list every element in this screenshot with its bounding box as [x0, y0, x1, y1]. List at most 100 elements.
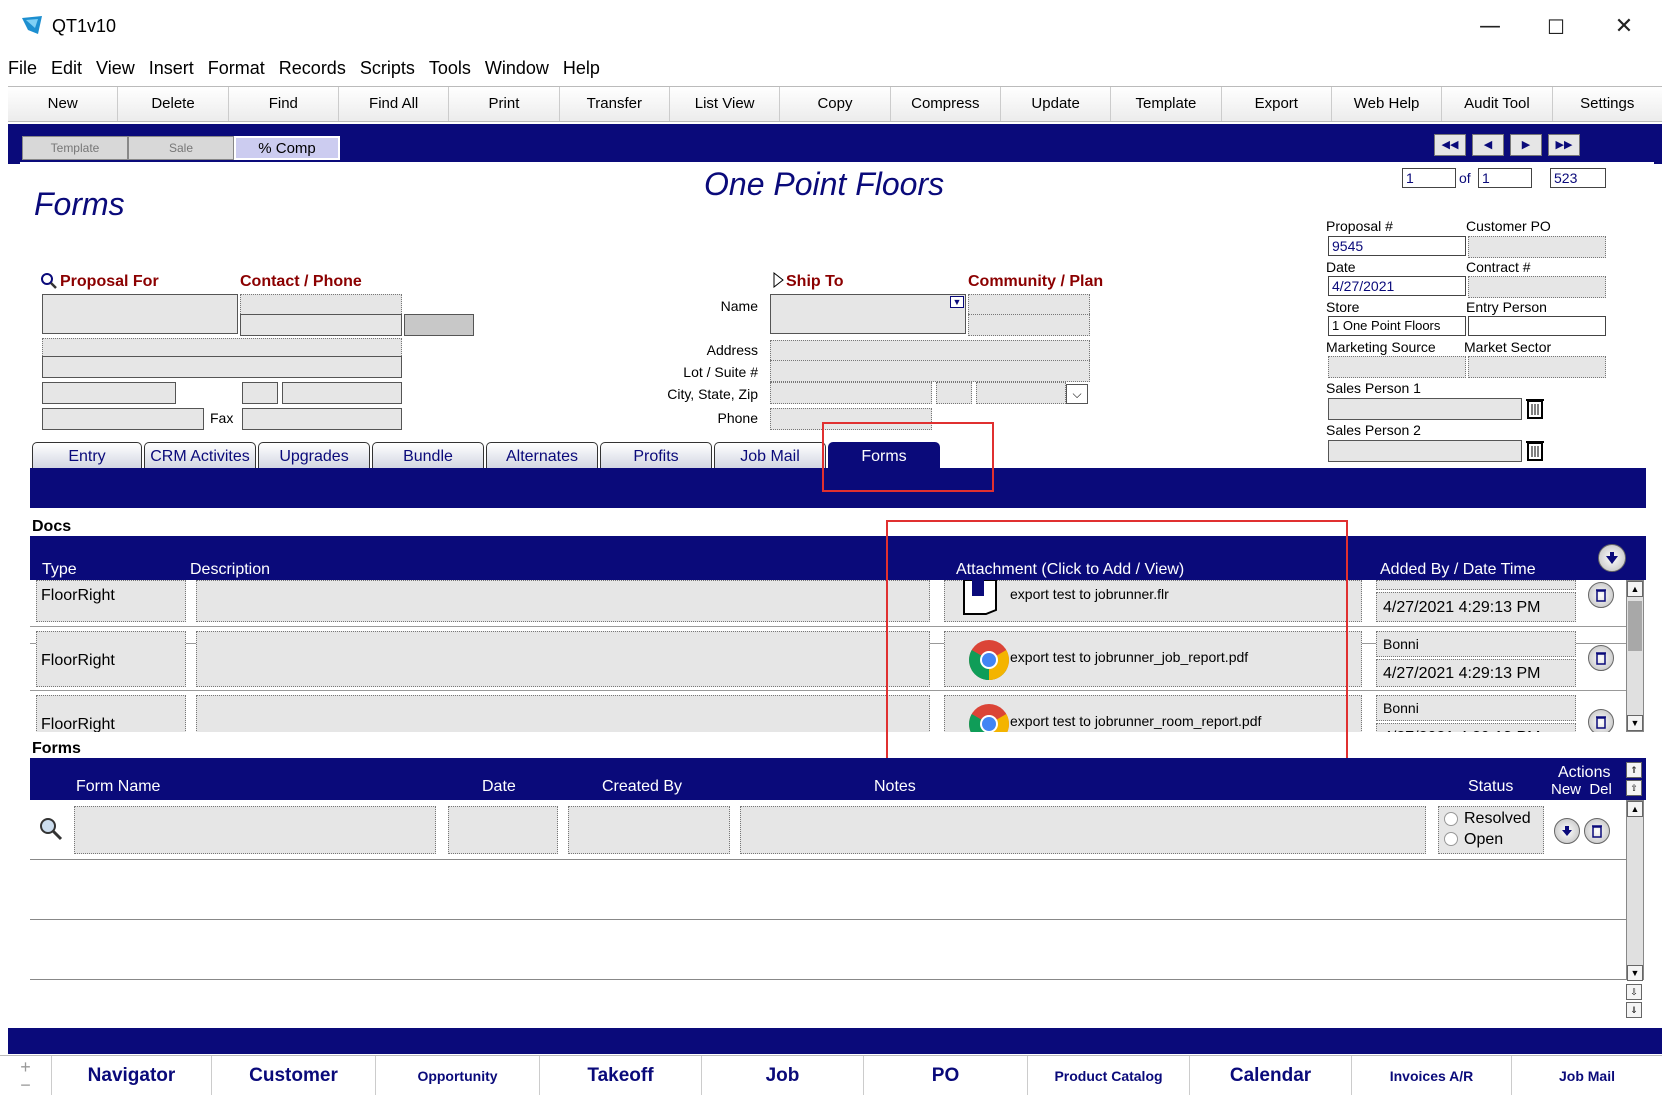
table-row[interactable] — [30, 920, 1626, 980]
list-item[interactable]: FloorRight export test to jobrunner_room… — [30, 690, 1626, 732]
store-field[interactable]: 1 One Point Floors — [1328, 316, 1466, 336]
sales-person-2-field[interactable] — [1328, 440, 1522, 462]
export-button[interactable]: Export — [1221, 87, 1332, 121]
trash-icon[interactable] — [1584, 818, 1610, 844]
ship-state-field[interactable] — [936, 382, 972, 404]
contact-button[interactable] — [404, 314, 474, 336]
trash-icon[interactable] — [1588, 582, 1614, 608]
list-view-button[interactable]: List View — [669, 87, 781, 121]
nav-takeoff[interactable]: Takeoff — [540, 1056, 702, 1095]
city-field[interactable] — [42, 382, 176, 404]
customer-name-field[interactable] — [42, 294, 238, 334]
nav-product-catalog[interactable]: Product Catalog — [1028, 1056, 1190, 1095]
ship-name-field[interactable] — [770, 294, 966, 334]
doc-description[interactable] — [196, 695, 930, 732]
table-row[interactable]: Resolved Open — [30, 800, 1626, 860]
nav-navigator[interactable]: Navigator — [52, 1056, 212, 1095]
menu-edit[interactable]: Edit — [43, 52, 88, 79]
sales-person-1-field[interactable] — [1328, 398, 1522, 420]
table-row[interactable] — [30, 860, 1626, 920]
market-sector-field[interactable] — [1468, 356, 1606, 378]
marketing-source-field[interactable] — [1328, 356, 1466, 378]
menu-help[interactable]: Help — [555, 52, 606, 79]
scroll-page-down-icon[interactable]: ⇩ — [1626, 984, 1642, 1000]
docs-scrollbar[interactable]: ▲ ▼ — [1626, 580, 1644, 732]
tab-entry[interactable]: Entry — [32, 442, 142, 470]
tab-bundle[interactable]: Bundle — [372, 442, 484, 470]
ship-city-field[interactable] — [770, 382, 932, 404]
prev-record-icon[interactable]: ◀ — [1472, 134, 1504, 156]
tab-upgrades[interactable]: Upgrades — [258, 442, 370, 470]
next-record-icon[interactable]: ▶ — [1510, 134, 1542, 156]
nav-job-mail[interactable]: Job Mail — [1512, 1056, 1662, 1095]
nav-job[interactable]: Job — [702, 1056, 864, 1095]
nav-customer[interactable]: Customer — [212, 1056, 376, 1095]
add-doc-icon[interactable] — [1598, 544, 1626, 572]
scroll-bottom-icon[interactable]: ⇓ — [1626, 1002, 1642, 1018]
find-button[interactable]: Find — [228, 87, 339, 121]
maximize-button[interactable]: ☐ — [1532, 10, 1580, 44]
scroll-up-icon[interactable]: ▲ — [1627, 801, 1643, 817]
scroll-up-icon[interactable]: ▲ — [1627, 581, 1643, 597]
chevron-down-icon[interactable]: ⌵ — [1066, 384, 1088, 404]
lot-suite-field[interactable] — [770, 360, 1090, 382]
doc-description[interactable] — [196, 631, 930, 687]
proposal-no-field[interactable]: 9545 — [1328, 236, 1466, 256]
tab-profits[interactable]: Profits — [600, 442, 712, 470]
ship-address-field[interactable] — [770, 340, 1090, 362]
expand-triangle-icon[interactable] — [772, 272, 784, 288]
trash-icon[interactable] — [1524, 438, 1546, 462]
menu-file[interactable]: File — [0, 52, 43, 79]
scroll-page-up-icon[interactable]: ⇧ — [1626, 780, 1642, 796]
community-field[interactable] — [968, 294, 1090, 316]
update-button[interactable]: Update — [1000, 87, 1112, 121]
list-item[interactable]: FloorRight export test to jobrunner_job_… — [30, 626, 1626, 690]
phone-field[interactable] — [240, 314, 402, 336]
form-notes-field[interactable] — [740, 806, 1426, 854]
doc-description[interactable] — [196, 580, 930, 622]
close-button[interactable]: ✕ — [1600, 10, 1648, 44]
scroll-down-icon[interactable]: ▼ — [1627, 715, 1643, 731]
scroll-thumb[interactable] — [1628, 601, 1642, 651]
new-form-icon[interactable] — [1554, 818, 1580, 844]
find-all-button[interactable]: Find All — [338, 87, 450, 121]
nav-po[interactable]: PO — [864, 1056, 1028, 1095]
search-icon[interactable] — [40, 272, 58, 290]
state-field[interactable] — [242, 382, 278, 404]
contract-field[interactable] — [1468, 276, 1606, 298]
menu-tools[interactable]: Tools — [421, 52, 477, 79]
copy-button[interactable]: Copy — [780, 87, 891, 121]
plan-field[interactable] — [968, 314, 1090, 336]
trash-icon[interactable] — [1524, 396, 1546, 420]
zoom-controls[interactable]: + − — [0, 1056, 52, 1095]
nav-opportunity[interactable]: Opportunity — [376, 1056, 540, 1095]
dropdown-icon[interactable]: ▼ — [950, 296, 964, 308]
first-record-icon[interactable]: ◀◀ — [1434, 134, 1466, 156]
template-button[interactable]: Template — [1111, 87, 1222, 121]
form-date-field[interactable] — [448, 806, 558, 854]
subtab-template[interactable]: Template — [22, 136, 128, 160]
new-button[interactable]: New — [8, 87, 119, 121]
menu-format[interactable]: Format — [200, 52, 271, 79]
tab-crm-activites[interactable]: CRM Activites — [144, 442, 256, 470]
record-current[interactable]: 1 — [1402, 168, 1456, 188]
date-field[interactable]: 4/27/2021 — [1328, 276, 1466, 296]
zip-field[interactable] — [282, 382, 402, 404]
search-icon[interactable] — [38, 816, 64, 842]
minimize-button[interactable]: — — [1466, 10, 1514, 44]
fax-field[interactable] — [242, 408, 402, 430]
trash-icon[interactable] — [1588, 645, 1614, 671]
nav-calendar[interactable]: Calendar — [1190, 1056, 1352, 1095]
scroll-top-icon[interactable]: ⇑ — [1626, 762, 1642, 778]
last-record-icon[interactable]: ▶▶ — [1548, 134, 1580, 156]
customer-po-field[interactable] — [1468, 236, 1606, 258]
trash-icon[interactable] — [1588, 709, 1614, 732]
compress-button[interactable]: Compress — [890, 87, 1001, 121]
menu-view[interactable]: View — [88, 52, 141, 79]
contact-field[interactable] — [240, 294, 402, 316]
ship-zip-field[interactable] — [976, 382, 1066, 404]
scroll-down-icon[interactable]: ▼ — [1627, 965, 1643, 981]
entry-person-field[interactable] — [1468, 316, 1606, 336]
nav-invoices[interactable]: Invoices A/R — [1352, 1056, 1512, 1095]
transfer-button[interactable]: Transfer — [559, 87, 670, 121]
